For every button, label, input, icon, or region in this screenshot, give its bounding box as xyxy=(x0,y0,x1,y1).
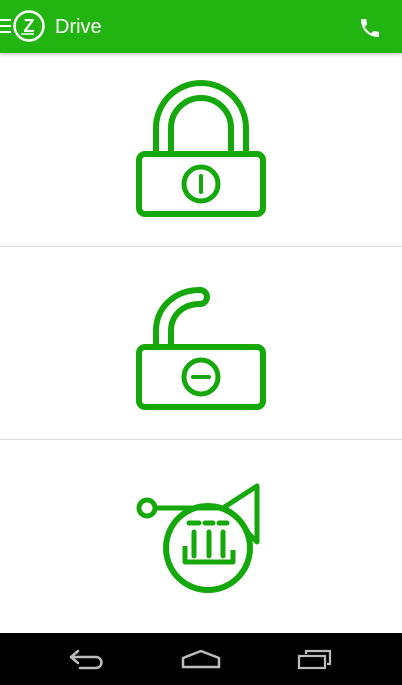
unlocked-padlock-icon xyxy=(136,287,266,410)
recent-apps-icon xyxy=(297,649,332,670)
logo-letter: Z xyxy=(24,16,35,36)
hamburger-icon[interactable] xyxy=(0,19,12,33)
home-button[interactable] xyxy=(176,643,226,675)
unlock-button[interactable] xyxy=(0,247,402,440)
horn-button[interactable] xyxy=(0,440,402,633)
phone-icon xyxy=(361,19,379,37)
horn-icon xyxy=(136,483,260,593)
home-icon xyxy=(181,649,221,669)
zipcar-z-logo-icon: Z xyxy=(13,10,45,42)
app-title: Drive xyxy=(55,16,102,38)
app-bar: Z Drive xyxy=(0,0,402,53)
lock-button[interactable] xyxy=(0,53,402,247)
call-button[interactable] xyxy=(354,12,386,44)
locked-padlock-icon xyxy=(136,79,266,217)
back-arrow-icon xyxy=(69,649,103,670)
system-nav-bar xyxy=(0,633,402,685)
recent-apps-button[interactable] xyxy=(289,643,339,675)
car-controls xyxy=(0,53,402,633)
back-button[interactable] xyxy=(63,643,113,675)
